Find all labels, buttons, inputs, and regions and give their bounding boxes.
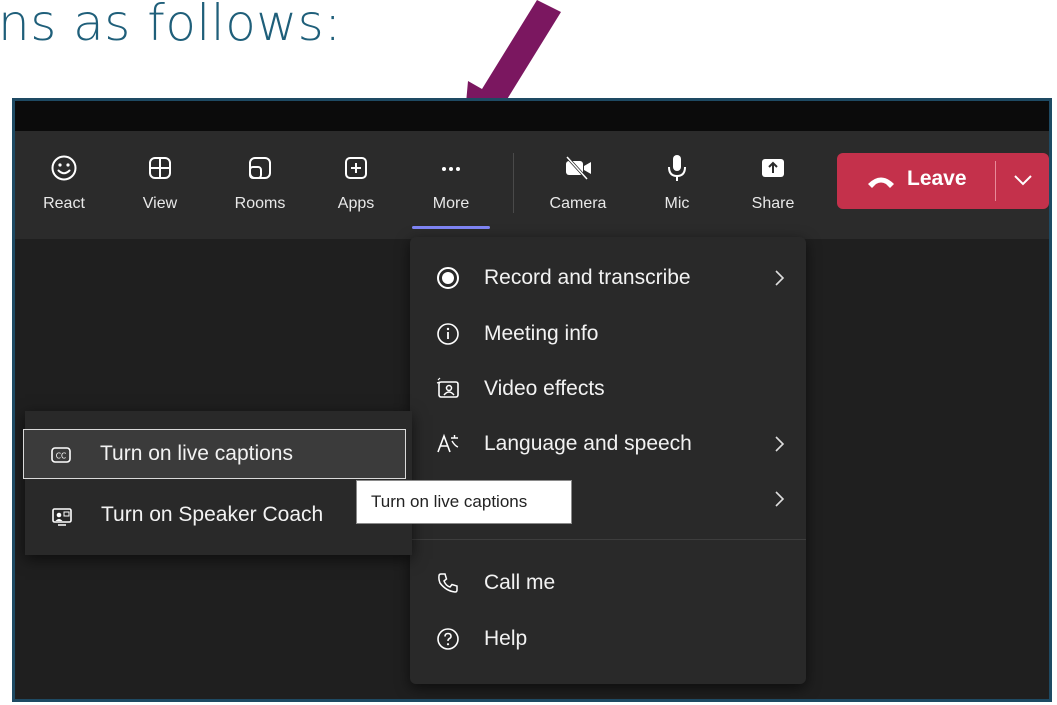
active-tab-indicator [412,226,490,229]
rooms-label: Rooms [234,195,286,212]
menu-item-label: Help [484,627,528,650]
view-button[interactable]: View [127,147,193,213]
chevron-right-icon [775,491,785,507]
ellipsis-icon [442,167,460,171]
leave-label: Leave [907,167,967,190]
video-effects-icon [436,377,459,398]
react-label: React [43,195,85,212]
svg-text:CC: CC [56,452,66,461]
leave-button-group: Leave [837,153,1049,209]
captions-icon: CC [51,447,71,463]
teams-meeting-window: React View Rooms Apps More Camera Mic Sh… [12,98,1052,702]
menu-item-language-and-speech[interactable]: Language and speech [410,422,806,466]
hang-up-icon [868,177,894,188]
menu-item-label: Record and transcribe [484,266,691,289]
view-label: View [142,195,178,212]
apps-button[interactable]: Apps [323,147,389,213]
language-icon [437,433,459,453]
menu-item-help[interactable]: Help [410,617,806,661]
menu-item-video-effects[interactable]: Video effects [410,367,806,411]
help-icon [437,628,459,650]
phone-icon [438,573,458,593]
menu-item-label: Language and speech [484,432,692,455]
mic-label: Mic [664,195,690,212]
react-button[interactable]: React [31,147,97,213]
rooms-button[interactable]: Rooms [227,147,293,213]
info-icon [437,323,459,345]
more-menu: Record and transcribe Meeting info Video… [410,237,806,684]
chevron-down-icon [1014,175,1032,186]
submenu-item-label: Turn on Speaker Coach [101,503,324,526]
smiley-icon [51,155,77,181]
more-button[interactable]: More [418,147,484,213]
page-heading: ns as follows: [0,0,342,52]
menu-divider [410,539,806,540]
camera-label: Camera [549,195,607,212]
record-icon [437,267,459,289]
menu-item-meeting-info[interactable]: Meeting info [410,312,806,356]
chevron-right-icon [775,436,785,452]
menu-item-label: Video effects [484,377,605,400]
meeting-toolbar: React View Rooms Apps More Camera Mic Sh… [15,131,1049,239]
mic-button[interactable]: Mic [644,147,710,213]
menu-item-record-and-transcribe[interactable]: Record and transcribe [410,256,806,300]
more-label: More [432,195,470,212]
leave-options-button[interactable] [999,153,1049,209]
submenu-item-label: Turn on live captions [100,442,293,465]
microphone-icon [668,155,686,181]
menu-item-label: Call me [484,571,556,594]
chevron-right-icon [775,270,785,286]
apps-label: Apps [337,195,375,212]
menu-item-label: Meeting info [484,322,599,345]
share-button[interactable]: Share [740,147,806,213]
share-screen-icon [762,159,784,177]
leave-button[interactable]: Leave [837,153,997,209]
leave-divider [995,161,996,201]
camera-off-icon [565,155,591,181]
language-speech-submenu: CC Turn on live captions Turn on Speaker… [23,411,412,555]
rooms-icon [249,157,271,179]
turn-on-speaker-coach-item[interactable]: Turn on Speaker Coach [25,491,412,545]
camera-button[interactable]: Camera [545,147,611,213]
turn-on-live-captions-item[interactable]: CC Turn on live captions [23,429,406,479]
toolbar-divider [513,153,514,213]
add-app-icon [345,157,367,179]
tooltip: Turn on live captions [356,480,572,524]
title-strip [15,101,1049,131]
share-label: Share [751,195,795,212]
speaker-coach-icon [52,508,72,526]
grid-view-icon [149,157,171,179]
menu-item-call-me[interactable]: Call me [410,561,806,605]
